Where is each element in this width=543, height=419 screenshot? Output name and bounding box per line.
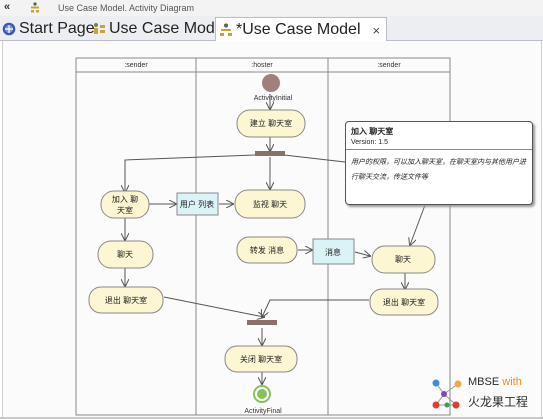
activity-label: 关闭 聊天室 (240, 354, 282, 364)
activity-forward-message[interactable]: 转发 消息 (236, 236, 298, 264)
activity-label: 转发 消息 (250, 245, 284, 255)
join-bar[interactable] (247, 320, 277, 325)
activity-monitor-chat[interactable]: 监视 聊天 (234, 189, 306, 219)
activity-final-label: ActivityFinal (244, 408, 282, 415)
note-version: Version: 1.5 (351, 139, 388, 146)
activity-chat-left[interactable]: 聊天 (97, 240, 154, 269)
lane-header-sender-left: :sender (124, 62, 148, 69)
activity-label: 退出 聊天室 (105, 295, 147, 305)
activity-exit-room-left[interactable]: 退出 聊天室 (88, 286, 164, 314)
flow-exit-join (163, 296, 264, 317)
flow-fork-join (125, 154, 256, 192)
logo-text: MBSE with (468, 376, 522, 388)
flow-note-chat (410, 204, 426, 245)
activity-label: 退出 聊天室 (383, 297, 425, 307)
activity-label: 监视 聊天 (253, 199, 287, 209)
fork-bar[interactable] (255, 151, 285, 156)
note-divider (346, 149, 532, 150)
object-user-list[interactable]: 用户 列表 (176, 192, 219, 216)
object-label: 用户 列表 (180, 199, 214, 209)
flow-exit-right-join (262, 299, 369, 317)
logo-company: 火龙果工程 (468, 395, 529, 409)
activity-join-room[interactable]: 加入 聊 天室 (100, 190, 150, 219)
flow-message-chat (354, 252, 370, 256)
activity-exit-room-right[interactable]: 退出 聊天室 (369, 288, 439, 316)
activity-close-room[interactable]: 关闭 聊天室 (224, 345, 298, 373)
activity-label: 聊天 (117, 250, 133, 259)
activity-label-line1: 加入 聊 (112, 194, 138, 204)
activity-label: 建立 聊天室 (250, 118, 292, 128)
activity-create-room[interactable]: 建立 聊天室 (236, 109, 306, 138)
activity-initial-node[interactable] (262, 74, 280, 92)
flow-fork-note (283, 154, 346, 163)
activity-label-line2: 天室 (117, 205, 133, 215)
note-description: 用户的权限，可以加入聊天室，在聊天室内与其他用户进行聊天交流，传送文件等 (351, 159, 526, 181)
activity-label: 聊天 (395, 255, 411, 264)
lane-header-sender-right: :sender (377, 62, 401, 69)
activity-chat-right[interactable]: 聊天 (371, 245, 436, 274)
mbse-logo: MBSE with 火龙果工程 (428, 374, 540, 414)
note-title: 加入 聊天室 (351, 127, 394, 136)
note-tooltip[interactable]: 加入 聊天室 Version: 1.5 用户的权限，可以加入聊天室，在聊天室内与… (345, 121, 533, 205)
activity-diagram: :sender :hoster :sender ActivityInitial … (75, 57, 451, 416)
lane-header-hoster: :hoster (251, 62, 273, 69)
object-message[interactable]: 消息 (312, 238, 355, 265)
activity-final-node[interactable] (253, 385, 271, 403)
molecule-logo-icon (432, 379, 462, 409)
object-label: 消息 (325, 247, 341, 257)
activity-initial-label: ActivityInitial (254, 95, 293, 102)
